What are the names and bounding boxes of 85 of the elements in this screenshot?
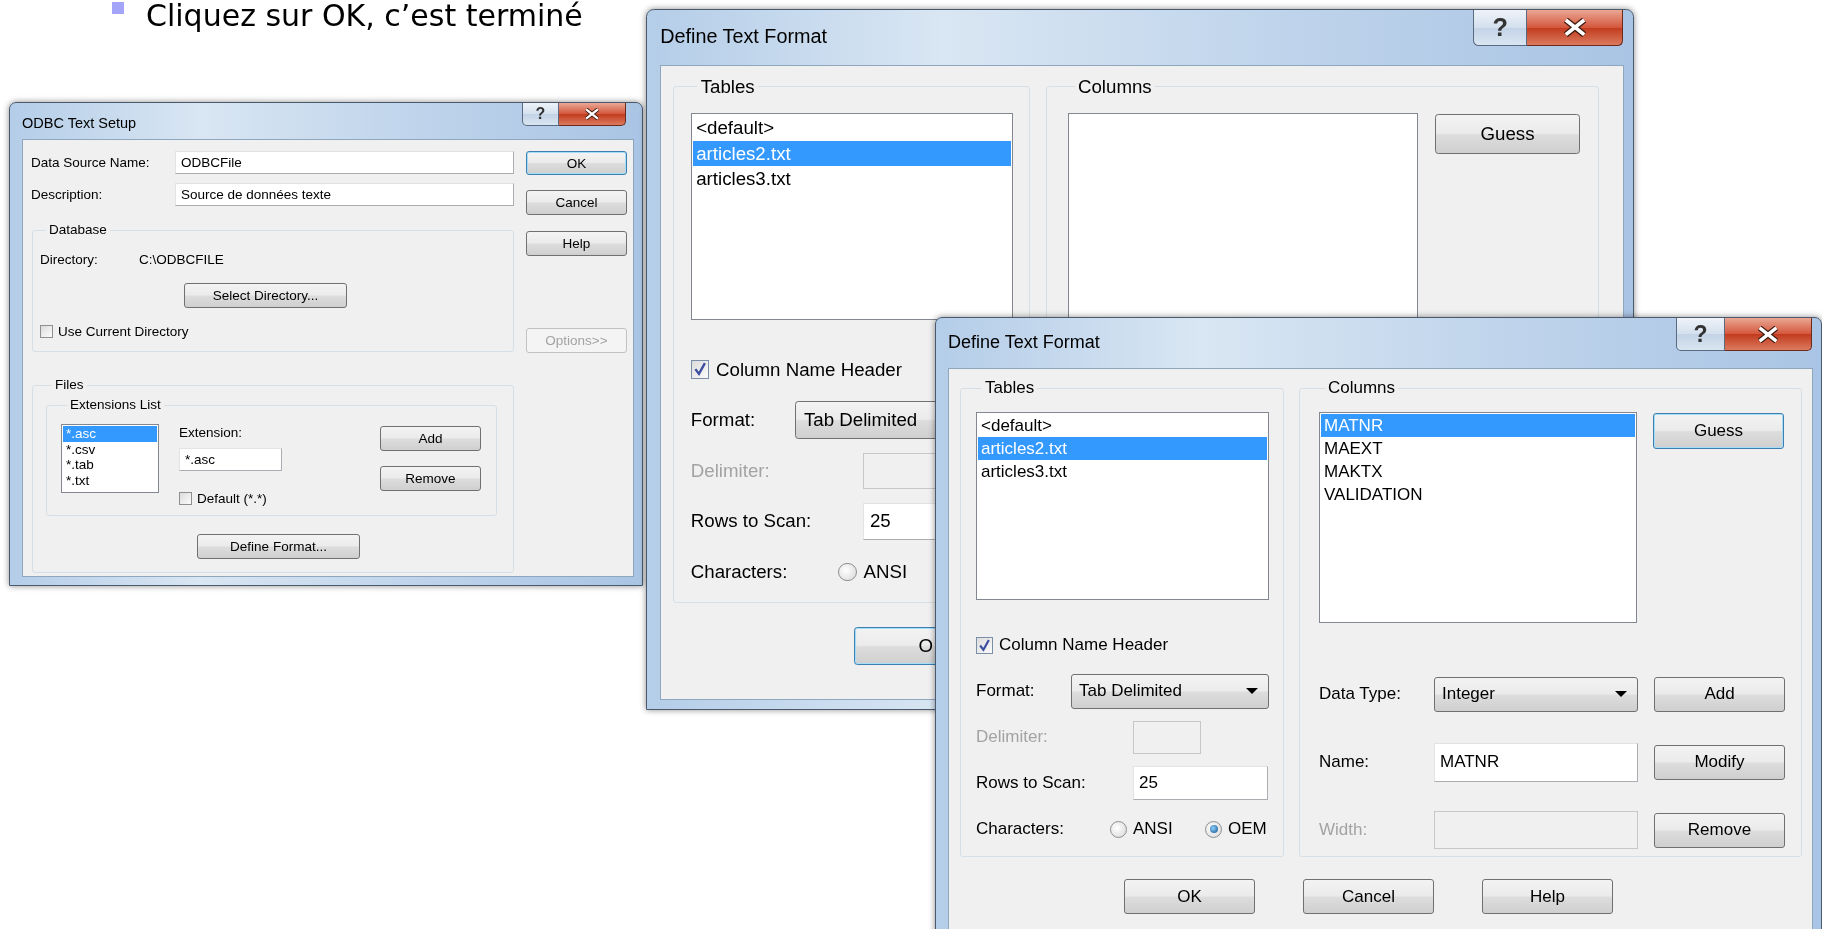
extension-button[interactable]: Remove <box>380 466 481 491</box>
group-label: Extensions List <box>69 397 162 413</box>
text-field[interactable]: *.asc <box>179 448 282 471</box>
dialog-button[interactable]: Cancel <box>1303 879 1434 914</box>
column-button[interactable]: Add <box>1654 676 1785 712</box>
select-directory-button[interactable]: Select Directory... <box>184 283 347 308</box>
close-icon <box>585 108 599 120</box>
text-field[interactable]: ODBCFile <box>175 151 514 174</box>
checkbox[interactable] <box>976 636 993 654</box>
field-label: Format: <box>976 681 1036 701</box>
dialog-button[interactable]: OK <box>526 151 627 175</box>
dialog-button[interactable]: Help <box>1482 879 1613 914</box>
help-button[interactable]: ? <box>1676 318 1725 351</box>
list-item[interactable]: VALIDATION <box>1321 483 1635 506</box>
field-label: Format: <box>690 409 757 432</box>
list-item[interactable]: *.csv <box>63 441 157 457</box>
field-label: Name: <box>1319 752 1371 772</box>
help-button[interactable]: ? <box>1473 10 1528 47</box>
field-label: Width: <box>1319 820 1369 840</box>
text-field[interactable]: MATNR <box>1434 742 1638 782</box>
dialog-button[interactable]: OK <box>1124 879 1255 914</box>
bullet-icon <box>112 2 124 14</box>
window-title: Define Text Format <box>660 24 828 49</box>
window-title: ODBC Text Setup <box>22 114 137 131</box>
radio-button[interactable] <box>838 562 857 582</box>
field-label: Data Type: <box>1319 684 1402 704</box>
field-label: Data Source Name: <box>31 155 151 170</box>
radio-label: OEM <box>1228 819 1267 839</box>
checkbox-label: Column Name Header <box>999 635 1169 655</box>
dropdown[interactable]: Tab Delimited <box>1071 673 1269 709</box>
dropdown[interactable]: Integer <box>1434 676 1638 712</box>
checkbox[interactable] <box>690 360 710 379</box>
field-label: Delimiter: <box>690 459 771 482</box>
radio-button[interactable] <box>1205 820 1222 838</box>
close-icon <box>1563 18 1586 37</box>
list-item[interactable]: *.txt <box>63 472 157 488</box>
list-item[interactable]: <default> <box>692 115 1011 141</box>
help-button[interactable]: ? <box>522 103 559 126</box>
guess-button[interactable]: Guess <box>1653 413 1784 449</box>
close-button[interactable] <box>1725 318 1812 351</box>
list-item[interactable]: MAEXT <box>1321 437 1635 460</box>
field-label: Rows to Scan: <box>690 510 813 533</box>
window-title: Define Text Format <box>948 331 1100 353</box>
field-label: Rows to Scan: <box>976 773 1087 793</box>
caret-icon <box>1246 688 1258 694</box>
radio-label: ANSI <box>863 560 908 583</box>
define-format-button[interactable]: Define Format... <box>197 534 360 559</box>
close-button[interactable] <box>1527 10 1623 47</box>
field-label: Characters: <box>976 819 1065 839</box>
guess-button[interactable]: Guess <box>1435 114 1580 154</box>
field-label: Description: <box>31 187 104 202</box>
checkbox-label: Default (*.*) <box>197 490 267 506</box>
group-label: Columns <box>1076 75 1153 98</box>
checkbox[interactable] <box>179 491 192 505</box>
checkbox-label: Use Current Directory <box>58 323 189 339</box>
caret-icon <box>1615 691 1627 697</box>
group-label: Columns <box>1327 378 1397 398</box>
group-label: Tables <box>984 378 1036 398</box>
group-label: Tables <box>699 75 756 98</box>
checkbox-label: Column Name Header <box>716 358 902 381</box>
group-label: Files <box>54 377 85 393</box>
field-label: Extension: <box>179 425 243 440</box>
dialog-button[interactable]: Help <box>526 231 627 256</box>
field-label: Delimiter: <box>976 727 1049 747</box>
close-icon <box>1758 325 1778 343</box>
text-field[interactable]: Source de données texte <box>175 183 514 206</box>
close-button[interactable] <box>559 103 626 126</box>
check-icon <box>692 362 708 377</box>
group-label: Database <box>48 222 108 238</box>
list-item[interactable]: articles3.txt <box>692 165 1011 192</box>
radio-label: ANSI <box>1133 819 1173 839</box>
list-item[interactable]: *.tab <box>63 457 157 473</box>
extension-button[interactable]: Add <box>380 426 481 451</box>
checkbox[interactable] <box>40 324 53 338</box>
text-field[interactable]: 25 <box>1133 766 1268 800</box>
column-button[interactable]: Modify <box>1654 744 1785 780</box>
list-item[interactable]: MAKTX <box>1321 460 1635 483</box>
field-label: Characters: <box>690 560 789 583</box>
directory-path: C:\ODBCFILE <box>139 251 224 267</box>
list-item[interactable]: articles3.txt <box>978 460 1267 483</box>
radio-button[interactable] <box>1110 820 1127 838</box>
dialog-button[interactable]: Cancel <box>526 190 627 215</box>
check-icon <box>978 638 991 652</box>
slide-text: Cliquez sur OK, c’est terminé <box>146 0 583 32</box>
field-label: Directory: <box>40 251 99 267</box>
